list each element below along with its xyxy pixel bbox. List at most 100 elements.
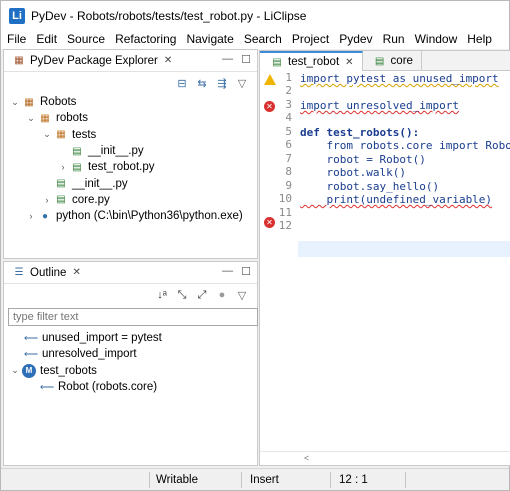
close-icon[interactable]: ✕ (72, 267, 80, 278)
tab-outline[interactable]: ☰ Outline ✕ (4, 262, 87, 284)
outline-item-label: Robot (robots.core) (58, 381, 158, 394)
package-tree: ⌄ ▦ Robots ⌄ ▦ robots ⌄ ▦ tests ▤ __init… (4, 94, 257, 224)
collapsed-chevron-icon[interactable]: › (58, 162, 68, 172)
tree-item-interpreter[interactable]: › ● python (C:\bin\Python36\python.exe) (10, 208, 257, 224)
tree-item-label: Robots (40, 96, 77, 109)
code-line: import pytest as unused_import (300, 72, 499, 85)
line-number: 1 (285, 71, 292, 84)
view-controls: — ☐ (222, 53, 251, 66)
status-writable: Writable (156, 473, 198, 486)
menu-search[interactable]: Search (239, 32, 287, 46)
sort-icon[interactable]: ↓ᵃ (155, 288, 169, 302)
editor-tabs: ▤ test_robot ✕ ▤ core (260, 51, 510, 71)
package-explorer-header: ▦ PyDev Package Explorer ✕ — ☐ (4, 50, 257, 72)
outline-item[interactable]: ⟵ Robot (robots.core) (10, 379, 257, 395)
tree-item-label: test_robot.py (88, 161, 155, 174)
outline-toolbar: ↓ᵃ ⤡ ⤢ ● ▽ (4, 284, 257, 306)
outline-item-label: unresolved_import (42, 348, 137, 361)
collapsed-chevron-icon[interactable]: › (26, 211, 36, 221)
python-file-icon: ▤ (374, 55, 385, 67)
collapse-all-icon[interactable]: ⊟ (175, 76, 189, 90)
package-explorer-panel: ▦ PyDev Package Explorer ✕ — ☐ ⊟ ⇆ ⇶ ▽ ⌄… (3, 49, 258, 259)
menu-pydev[interactable]: Pydev (334, 32, 377, 46)
menu-project[interactable]: Project (287, 32, 334, 46)
filters-icon[interactable]: ⇶ (215, 76, 229, 90)
liclipse-app-icon: Li (9, 8, 25, 24)
collapse-icon[interactable]: ⤡ (175, 288, 189, 302)
tree-item-project[interactable]: ⌄ ▦ Robots (10, 94, 257, 110)
menu-source[interactable]: Source (62, 32, 110, 46)
link-with-editor-icon[interactable]: ⇆ (195, 76, 209, 90)
tree-item-file[interactable]: › ▤ core.py (10, 192, 257, 208)
view-menu-chevron-down-icon[interactable]: ▽ (235, 288, 249, 302)
tree-item-package[interactable]: ⌄ ▦ robots (10, 110, 257, 126)
view-menu-chevron-down-icon[interactable]: ▽ (235, 76, 249, 90)
close-icon[interactable]: ✕ (164, 55, 172, 66)
tab-package-explorer[interactable]: ▦ PyDev Package Explorer ✕ (4, 50, 178, 72)
import-icon: ⟵ (39, 381, 55, 393)
python-file-icon: ▤ (56, 178, 66, 190)
tab-label: core (390, 55, 413, 67)
status-cursor-position[interactable]: 12 : 1 (331, 474, 405, 486)
outline-item-label: unused_import = pytest (42, 332, 162, 345)
line-number: 6 (285, 138, 292, 151)
tree-item-package[interactable]: ⌄ ▦ tests (10, 127, 257, 143)
python-file-icon: ▤ (56, 194, 66, 206)
import-icon: ⟵ (23, 332, 39, 344)
code-line: print(undefined_variable) (300, 193, 493, 206)
line-number: 5 (285, 125, 292, 138)
window-title: PyDev - Robots/robots/tests/test_robot.p… (31, 9, 307, 23)
menu-edit[interactable]: Edit (31, 32, 62, 46)
line-number: 8 (285, 165, 292, 178)
expand-icon[interactable]: ⤢ (195, 288, 209, 302)
tree-item-label: robots (56, 112, 88, 125)
python-file-icon: ▤ (72, 161, 82, 173)
status-separator (405, 471, 406, 488)
outline-icon: ☰ (14, 267, 24, 278)
package-icon: ▦ (40, 112, 50, 124)
current-line-highlight (298, 241, 510, 257)
expanded-chevron-icon[interactable]: ⌄ (10, 97, 20, 108)
tree-item-file[interactable]: ▤ __init__.py (10, 143, 257, 159)
expanded-chevron-icon[interactable]: ⌄ (10, 365, 20, 376)
menu-refactoring[interactable]: Refactoring (110, 32, 181, 46)
editor-body[interactable]: ✕ ✕ 1 2 3 4 5 6 7 8 9 10 11 12 import py… (260, 71, 510, 443)
package-explorer-tab-label: PyDev Package Explorer (30, 54, 158, 67)
menu-file[interactable]: File (1, 32, 31, 46)
tree-item-label: __init__.py (88, 145, 144, 158)
line-number: 2 (285, 84, 292, 97)
close-icon[interactable]: ✕ (345, 57, 353, 68)
tree-item-label: tests (72, 128, 97, 141)
minimize-icon[interactable]: — (222, 265, 233, 278)
menu-run[interactable]: Run (378, 32, 410, 46)
outline-header: ☰ Outline ✕ — ☐ (4, 262, 257, 284)
tab-test-robot[interactable]: ▤ test_robot ✕ (260, 51, 363, 71)
expanded-chevron-icon[interactable]: ⌄ (26, 113, 36, 124)
outline-item[interactable]: ⌄ M test_robots (10, 363, 257, 379)
maximize-icon[interactable]: ☐ (241, 265, 251, 278)
collapsed-chevron-icon[interactable]: › (42, 195, 52, 205)
filter-icon[interactable]: ● (215, 288, 229, 302)
line-number: 10 (278, 192, 292, 205)
minimize-icon[interactable]: — (222, 53, 233, 66)
status-insert-mode[interactable]: Insert (242, 474, 330, 486)
line-gutter: ✕ ✕ 1 2 3 4 5 6 7 8 9 10 11 12 (260, 71, 298, 443)
menu-navigate[interactable]: Navigate (181, 32, 238, 46)
scroll-left-icon[interactable]: < (304, 453, 309, 463)
tree-item-file[interactable]: ▤ __init__.py (10, 175, 257, 191)
maximize-icon[interactable]: ☐ (241, 53, 251, 66)
tab-core[interactable]: ▤ core (363, 51, 422, 71)
menu-window[interactable]: Window (410, 32, 463, 46)
horizontal-scrollbar[interactable]: < (260, 451, 510, 465)
outline-item[interactable]: ⟵ unused_import = pytest (10, 330, 257, 346)
tree-item-label: python (C:\bin\Python36\python.exe) (56, 210, 243, 223)
title-bar: Li PyDev - Robots/robots/tests/test_robo… (1, 1, 509, 31)
outline-item[interactable]: ⟵ unresolved_import (10, 346, 257, 362)
outline-filter-input[interactable] (8, 308, 258, 326)
tree-item-file[interactable]: › ▤ test_robot.py (10, 159, 257, 175)
line-number: 11 (278, 206, 292, 219)
menu-help[interactable]: Help (462, 32, 497, 46)
line-number: 4 (285, 111, 292, 124)
expanded-chevron-icon[interactable]: ⌄ (42, 129, 52, 140)
tree-item-label: core.py (72, 193, 110, 206)
